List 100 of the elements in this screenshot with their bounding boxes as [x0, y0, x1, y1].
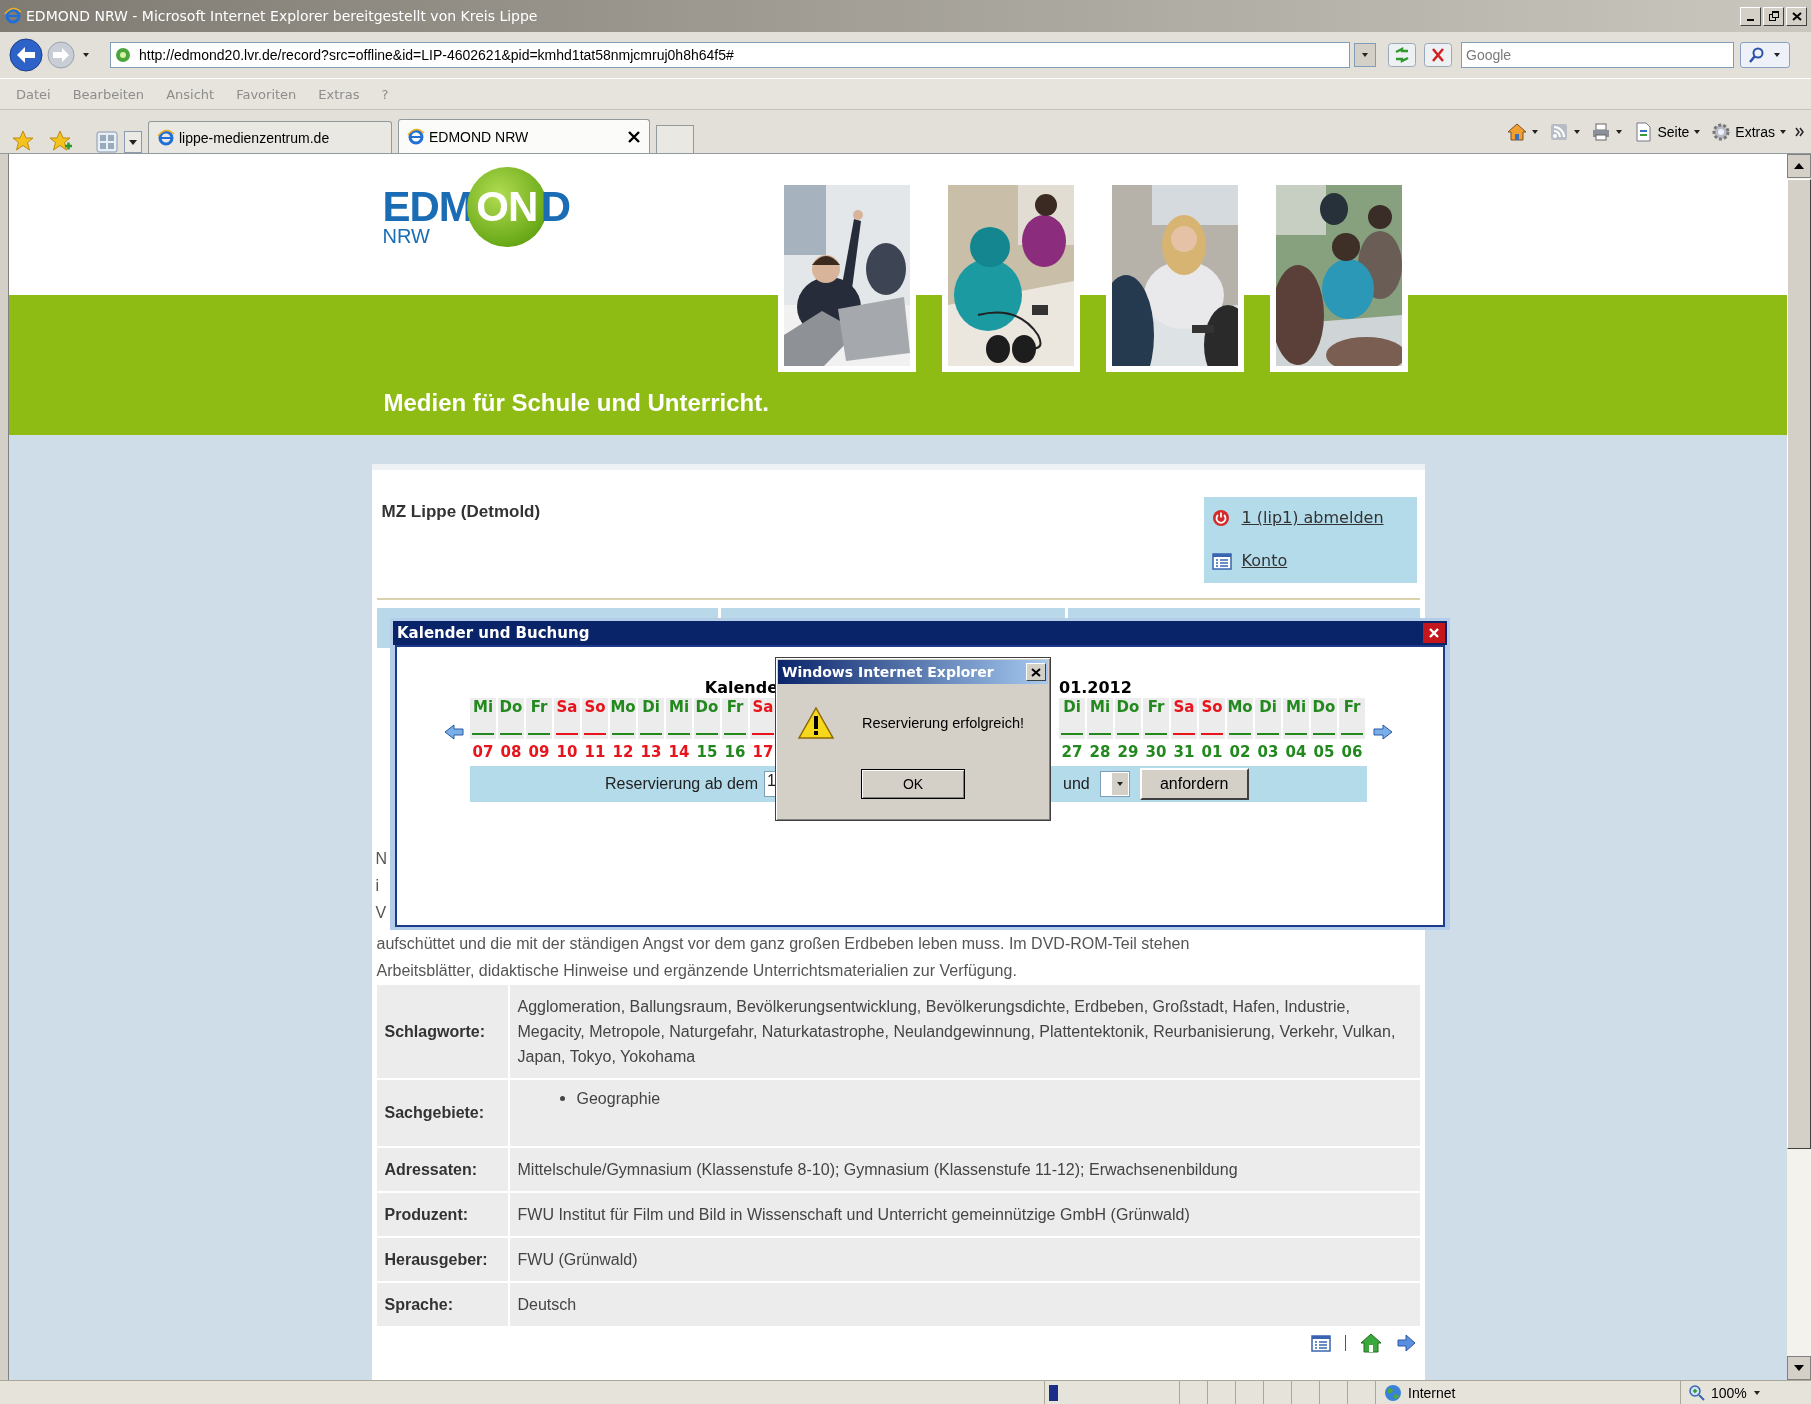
- close-button[interactable]: [1423, 623, 1445, 643]
- calendar-date[interactable]: 04: [1283, 743, 1309, 761]
- refresh-button[interactable]: [1388, 43, 1416, 67]
- tools-menu-button[interactable]: Extras: [1709, 119, 1789, 144]
- calendar-date[interactable]: 07: [470, 743, 496, 761]
- calendar-date[interactable]: 14: [666, 743, 692, 761]
- calendar-date[interactable]: 30: [1143, 743, 1169, 761]
- list-button[interactable]: [1310, 1333, 1331, 1353]
- home-button[interactable]: [1359, 1333, 1382, 1353]
- next-arrow-icon[interactable]: [1373, 724, 1393, 740]
- close-button[interactable]: [1026, 663, 1046, 681]
- scroll-up-button[interactable]: [1787, 154, 1811, 178]
- account-link[interactable]: Konto: [1241, 550, 1288, 572]
- menu-item[interactable]: Bearbeiten: [72, 86, 145, 102]
- calendar-heading: Kalende: [703, 678, 778, 698]
- logout-link[interactable]: 1 (lip1) abmelden: [1241, 507, 1384, 529]
- feed-icon: [1549, 121, 1570, 142]
- more-commands-icon[interactable]: [1795, 126, 1805, 137]
- calendar-date[interactable]: 05: [1311, 743, 1337, 761]
- calendar-date[interactable]: 03: [1255, 743, 1281, 761]
- add-favorite-icon[interactable]: [49, 129, 73, 153]
- paragraph-text: aufschüttet und die mit der ständigen Angst vor dem ganz großen Erdbeben leben muss. Im DVD-ROM-Teil stehen: [376, 934, 1191, 954]
- calendar-date[interactable]: 11: [582, 743, 608, 761]
- close-button[interactable]: [1786, 6, 1807, 26]
- menu-item[interactable]: Datei: [16, 86, 51, 102]
- menu-item[interactable]: ?: [381, 86, 389, 102]
- detail-value: FWU Institut für Film und Bild in Wissenschaft und Unterricht gemeinnützige GmbH (Grünwald): [509, 1193, 1420, 1236]
- printer-icon: [1591, 121, 1612, 142]
- caret-icon[interactable]: [1752, 1389, 1761, 1396]
- calendar-date[interactable]: 16: [722, 743, 748, 761]
- menu-item[interactable]: Favoriten: [236, 86, 297, 102]
- back-button[interactable]: [8, 37, 44, 73]
- bullet-icon: [559, 1096, 565, 1101]
- calendar-date[interactable]: 31: [1171, 743, 1197, 761]
- calendar-date[interactable]: 17: [750, 743, 776, 761]
- weekday-label: Mo: [610, 698, 636, 718]
- caret-icon: [1615, 128, 1624, 135]
- minimize-button[interactable]: [1740, 6, 1761, 26]
- zoom-level[interactable]: 100%: [1711, 1384, 1747, 1401]
- search-field[interactable]: Google: [1461, 42, 1734, 68]
- next-button[interactable]: [1395, 1334, 1416, 1352]
- calendar-date[interactable]: 10: [554, 743, 580, 761]
- calendar-date[interactable]: 15: [694, 743, 720, 761]
- weekday-label: Fr: [1146, 698, 1166, 718]
- calendar-date[interactable]: 27: [1059, 743, 1085, 761]
- caret-icon: [1361, 52, 1369, 58]
- calendar-date[interactable]: 28: [1087, 743, 1113, 761]
- page-icon: [1633, 121, 1654, 142]
- ok-button[interactable]: OK: [861, 769, 965, 799]
- address-dropdown-button[interactable]: [1354, 43, 1376, 67]
- calendar-date[interactable]: 02: [1227, 743, 1253, 761]
- calendar-date[interactable]: 12: [610, 743, 636, 761]
- menu-item[interactable]: Ansicht: [166, 86, 215, 102]
- weekday-label: So: [583, 698, 607, 718]
- maximize-button[interactable]: [1763, 6, 1784, 26]
- detail-label: Sachgebiete:: [376, 1080, 508, 1146]
- detail-label: Schlagworte:: [376, 985, 508, 1078]
- site-icon: [115, 47, 131, 63]
- warning-icon: [798, 706, 834, 740]
- stop-button[interactable]: [1424, 43, 1452, 67]
- alert-message: Reservierung erfolgreich!: [862, 715, 1024, 731]
- close-icon: [1429, 628, 1439, 638]
- detail-value: Agglomeration, Ballungsraum, Bevölkerungsentwicklung, Bevölkerungsdichte, Erdbeben, Großstadt, Hafen, Industrie, Megacity, Metropole, Naturgefahr, Naturkatastrophe, Neulandgewinnung, Plattentektonik, Reurbanisierung, Verkehr, Vulkan, Japan, Tokyo, Yokohama: [509, 985, 1420, 1078]
- previous-arrow-icon[interactable]: [444, 724, 464, 740]
- caret-icon: [1773, 52, 1781, 58]
- date-select[interactable]: [1099, 771, 1130, 797]
- calendar-date[interactable]: 06: [1339, 743, 1365, 761]
- calendar-date[interactable]: 29: [1115, 743, 1141, 761]
- scroll-down-button[interactable]: [1787, 1356, 1811, 1380]
- browser-tab[interactable]: EDMOND NRW: [398, 119, 650, 153]
- search-button[interactable]: [1740, 42, 1790, 68]
- caret-icon[interactable]: [82, 52, 90, 58]
- minimize-icon: [1747, 18, 1754, 21]
- page-menu-button[interactable]: Seite: [1631, 119, 1704, 144]
- browser-icon: [4, 7, 22, 25]
- calendar-date[interactable]: 13: [638, 743, 664, 761]
- logo-subtitle: NRW: [382, 227, 430, 245]
- power-icon: [1211, 508, 1232, 528]
- globe-icon: [1384, 1383, 1402, 1402]
- paragraph-text: Arbeitsblätter, didaktische Hinweise und ergänzende Unterrichtsmaterialien zur Verfügung.: [376, 961, 1018, 981]
- detail-label: Herausgeber:: [376, 1238, 508, 1281]
- detail-value: Mittelschule/Gymnasium (Klassenstufe 8-10); Gymnasium (Klassenstufe 11-12); Erwachsenenbildung: [509, 1148, 1420, 1191]
- calendar-date[interactable]: 08: [498, 743, 524, 761]
- calendar-heading: 01.2012: [1059, 678, 1133, 698]
- address-field[interactable]: http://edmond20.lvr.de/record?src=offline&id=LIP-4602621&pid=kmhd1tat58nmjcmruj0h8h64f5#: [110, 42, 1350, 68]
- star-icon[interactable]: [11, 129, 35, 153]
- menu-item[interactable]: Extras: [318, 86, 360, 102]
- caret-icon: [1115, 781, 1124, 787]
- detail-value: Deutsch: [509, 1283, 1420, 1326]
- scrollbar-thumb[interactable]: [1787, 179, 1811, 1149]
- calendar-date[interactable]: 01: [1199, 743, 1225, 761]
- calendar-date[interactable]: 09: [526, 743, 552, 761]
- close-tab-button[interactable]: [627, 129, 641, 144]
- weekday-label: Mi: [667, 698, 691, 718]
- browser-icon: [407, 127, 425, 146]
- weekday-label: So: [1200, 698, 1224, 718]
- browser-tab[interactable]: lippe-medienzentrum.de: [148, 121, 392, 153]
- tab-list-button[interactable]: [124, 131, 142, 153]
- paragraph-text: N: [375, 849, 389, 869]
- request-button[interactable]: anfordern: [1139, 768, 1249, 800]
